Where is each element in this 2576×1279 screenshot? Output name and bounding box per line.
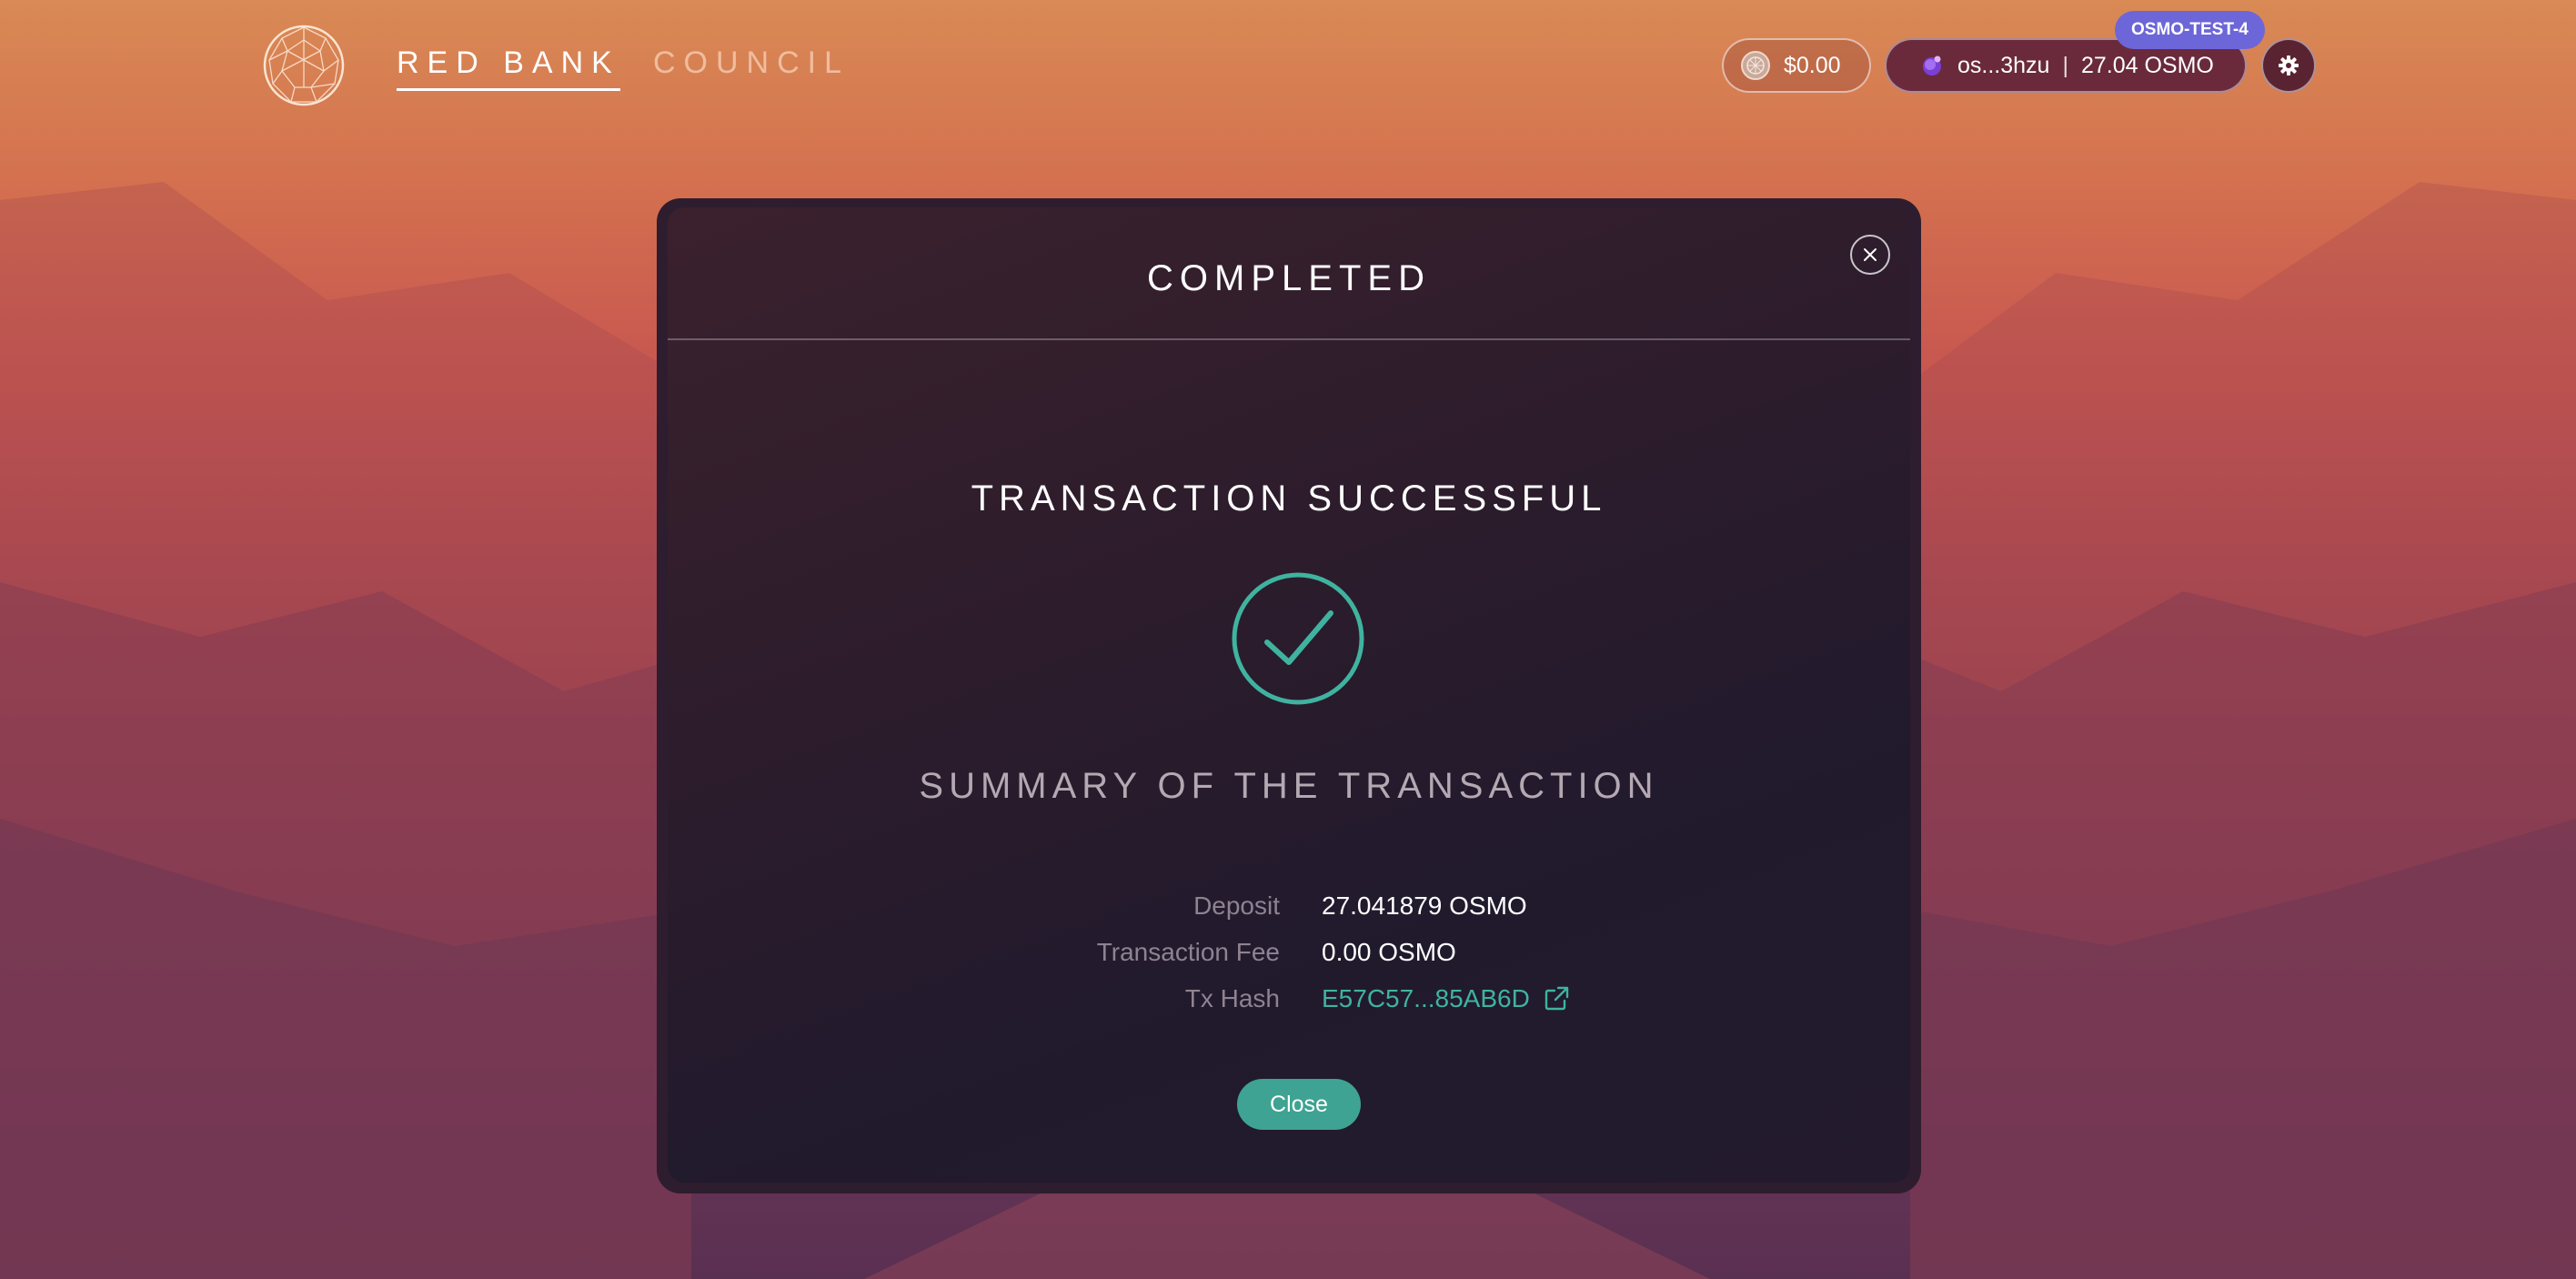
deposit-label: Deposit (1193, 891, 1280, 920)
detail-row-deposit: Deposit 27.041879 OSMO (668, 891, 1910, 938)
tx-hash-link[interactable]: E57C57...85AB6D (1322, 984, 1570, 1013)
modal-close-button[interactable] (1850, 235, 1890, 275)
settings-button[interactable] (2261, 38, 2316, 93)
transaction-details: Deposit 27.041879 OSMO Transaction Fee 0… (668, 891, 1910, 1031)
modal-content: COMPLETED TRANSACTION SUCCESSFUL SUMMARY… (668, 207, 1910, 1183)
network-badge: OSMO-TEST-4 (2115, 11, 2265, 49)
external-link-icon (1545, 986, 1569, 1011)
fee-value: 0.00 OSMO (1322, 938, 1456, 966)
wallet-separator: | (2062, 52, 2068, 78)
check-circle-icon (1232, 572, 1364, 705)
nav-red-bank[interactable]: RED BANK (397, 45, 620, 91)
coin-icon (1741, 51, 1770, 80)
fee-label: Transaction Fee (1096, 938, 1280, 966)
nav-council[interactable]: COUNCIL (653, 45, 850, 81)
balance-value: $0.00 (1784, 52, 1841, 78)
globe-logo[interactable] (262, 24, 346, 107)
summary-title: SUMMARY OF THE TRANSACTION (919, 766, 1659, 806)
deposit-value: 27.041879 OSMO (1322, 891, 1527, 920)
transaction-modal: COMPLETED TRANSACTION SUCCESSFUL SUMMARY… (657, 198, 1921, 1193)
tx-hash-label: Tx Hash (1184, 984, 1280, 1012)
osmo-token-icon (1923, 55, 1941, 76)
success-title: TRANSACTION SUCCESSFUL (971, 478, 1607, 519)
close-icon (1864, 248, 1877, 261)
detail-row-tx-hash: Tx Hash E57C57...85AB6D (668, 984, 1910, 1031)
close-button[interactable]: Close (1237, 1079, 1361, 1130)
wallet-address: os...3hzu (1957, 52, 2050, 78)
detail-row-fee: Transaction Fee 0.00 OSMO (668, 938, 1910, 984)
balance-button[interactable]: $0.00 (1722, 38, 1871, 93)
modal-title: COMPLETED (1147, 258, 1431, 298)
modal-divider (668, 338, 1910, 340)
tx-hash-value: E57C57...85AB6D (1322, 984, 1530, 1012)
wallet-amount: 27.04 OSMO (2080, 52, 2214, 78)
gear-icon (2279, 55, 2299, 76)
